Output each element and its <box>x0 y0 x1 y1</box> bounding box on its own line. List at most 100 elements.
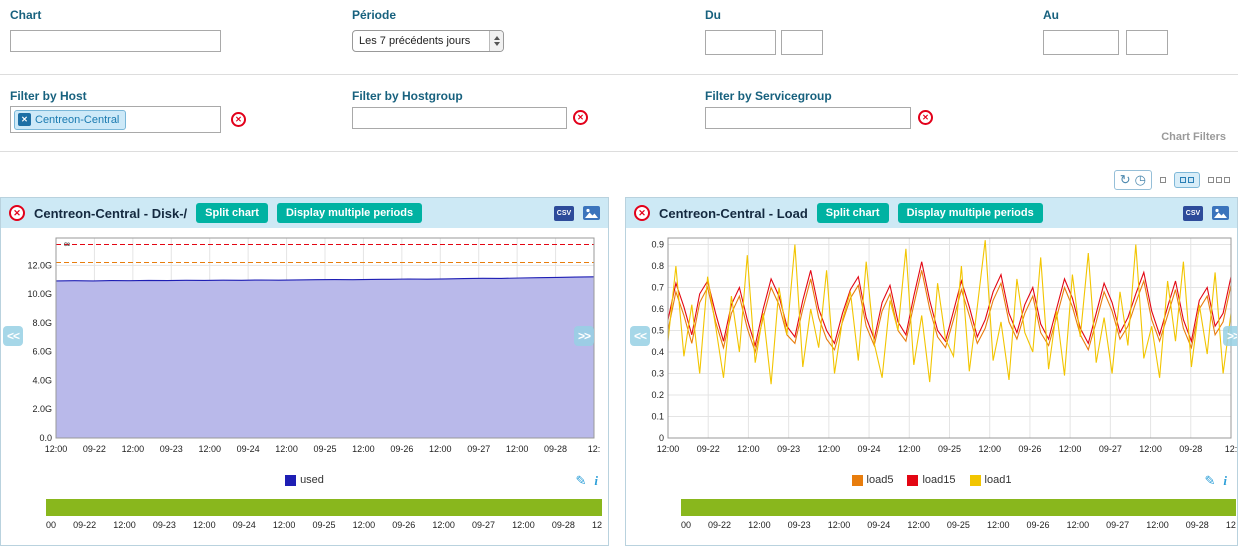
close-panel-icon[interactable] <box>9 205 25 221</box>
chart-info-icon[interactable] <box>1223 473 1227 489</box>
legend-item[interactable]: used <box>285 474 324 486</box>
period-clock-icon[interactable]: ◷ <box>1135 172 1146 188</box>
host-chip[interactable]: Centreon-Central <box>14 110 126 130</box>
hostgroup-filter-input[interactable] <box>352 107 567 129</box>
edit-chart-icon[interactable] <box>1204 473 1215 489</box>
svg-text:12:00: 12:00 <box>818 444 841 454</box>
au-label: Au <box>1043 8 1059 22</box>
svg-text:09-23: 09-23 <box>160 444 183 454</box>
legend-item[interactable]: load5 <box>852 474 894 486</box>
svg-text:0.0: 0.0 <box>39 433 52 443</box>
legend-item[interactable]: load1 <box>970 474 1012 486</box>
edit-chart-icon[interactable] <box>575 473 586 489</box>
legend-label: load15 <box>922 474 955 486</box>
svg-text:10.0G: 10.0G <box>27 289 52 299</box>
timeline-tick-label: 12:00 <box>828 520 851 530</box>
disk-usage-chart[interactable]: 12:0009-2212:0009-2312:0009-2412:0009-25… <box>1 230 602 464</box>
scroll-left-button[interactable]: << <box>3 326 23 346</box>
timeline-labels: 0009-2212:0009-2312:0009-2412:0009-2512:… <box>681 520 1236 530</box>
timeline-tick-label: 12 <box>1226 520 1236 530</box>
export-image-icon[interactable] <box>1212 206 1229 220</box>
legend-row: load5 load15 load1 <box>626 471 1237 493</box>
svg-text:12:00: 12:00 <box>122 444 145 454</box>
close-panel-icon[interactable] <box>634 205 650 221</box>
svg-text:12:00: 12:00 <box>657 444 680 454</box>
clear-servicegroup-filter-icon[interactable] <box>918 110 933 125</box>
periode-select-value: Les 7 précédents jours <box>353 35 489 47</box>
legend-label: load1 <box>985 474 1012 486</box>
svg-text:12:00: 12:00 <box>898 444 921 454</box>
svg-text:09-25: 09-25 <box>313 444 336 454</box>
panel-title: Centreon-Central - Disk-/ <box>34 206 187 221</box>
host-chip-label: Centreon-Central <box>35 114 119 126</box>
chart-info-icon[interactable] <box>594 473 598 489</box>
timeline-tick-label: 12:00 <box>1067 520 1090 530</box>
svg-text:09-22: 09-22 <box>697 444 720 454</box>
timeline-tick-label: 09-28 <box>552 520 575 530</box>
timeline-tick-label: 12:00 <box>1146 520 1169 530</box>
timeline-tick-label: 09-28 <box>1186 520 1209 530</box>
svg-text:12:00: 12:00 <box>198 444 221 454</box>
display-multiple-periods-button[interactable]: Display multiple periods <box>277 203 422 223</box>
load-chart[interactable]: 12:0009-2212:0009-2312:0009-2412:0009-25… <box>626 230 1237 464</box>
legend-label: used <box>300 474 324 486</box>
periode-select[interactable]: Les 7 précédents jours <box>352 30 504 52</box>
export-csv-icon[interactable]: CSV <box>554 206 574 221</box>
du-date-input[interactable] <box>705 30 776 55</box>
clear-hostgroup-filter-icon[interactable] <box>573 110 588 125</box>
svg-text:09-25: 09-25 <box>938 444 961 454</box>
export-csv-icon[interactable]: CSV <box>1183 206 1203 221</box>
timeline-tick-label: 12 <box>592 520 602 530</box>
panel-header: Centreon-Central - Load Split chart Disp… <box>626 198 1237 228</box>
svg-text:0.3: 0.3 <box>651 368 664 378</box>
refresh-icon[interactable]: ↻ <box>1120 172 1131 188</box>
timeline-tick-label: 12:00 <box>193 520 216 530</box>
timeline-tick-label: 09-26 <box>392 520 415 530</box>
select-stepper-icon <box>489 31 503 51</box>
scroll-right-button[interactable]: >> <box>1223 326 1238 346</box>
one-column-toggle[interactable] <box>1160 177 1166 183</box>
timeline-tick-label: 12:00 <box>907 520 930 530</box>
servicegroup-filter-input[interactable] <box>705 107 911 129</box>
svg-text:12:: 12: <box>588 444 601 454</box>
split-chart-button[interactable]: Split chart <box>196 203 268 223</box>
au-date-input[interactable] <box>1043 30 1119 55</box>
svg-text:09-22: 09-22 <box>83 444 106 454</box>
disk-chart-panel: Centreon-Central - Disk-/ Split chart Di… <box>0 197 609 546</box>
timeline-tick-label: 09-23 <box>788 520 811 530</box>
chart-area: 12:0009-2212:0009-2312:0009-2412:0009-25… <box>1 230 608 469</box>
svg-text:09-26: 09-26 <box>1018 444 1041 454</box>
scroll-left-button[interactable]: << <box>630 326 650 346</box>
du-time-input[interactable] <box>781 30 823 55</box>
legend-item[interactable]: load15 <box>907 474 955 486</box>
export-image-icon[interactable] <box>583 206 600 220</box>
chip-remove-icon[interactable] <box>18 113 31 126</box>
timeline-tick-label: 09-27 <box>1106 520 1129 530</box>
chart-filter-input[interactable] <box>10 30 221 52</box>
au-time-input[interactable] <box>1126 30 1168 55</box>
split-chart-button[interactable]: Split chart <box>817 203 889 223</box>
view-toolbar: ↻ ◷ <box>1114 170 1230 190</box>
refresh-controls[interactable]: ↻ ◷ <box>1114 170 1152 190</box>
timeline-tick-label: 09-23 <box>153 520 176 530</box>
svg-text:4.0G: 4.0G <box>32 375 52 385</box>
timeline-selector[interactable] <box>46 499 602 516</box>
du-label: Du <box>705 8 721 22</box>
display-multiple-periods-button[interactable]: Display multiple periods <box>898 203 1043 223</box>
svg-text:12:00: 12:00 <box>737 444 760 454</box>
svg-text:12:00: 12:00 <box>275 444 298 454</box>
svg-text:12:00: 12:00 <box>352 444 375 454</box>
clear-host-filter-icon[interactable] <box>231 112 246 127</box>
svg-text:09-26: 09-26 <box>390 444 413 454</box>
svg-text:12:: 12: <box>1225 444 1237 454</box>
svg-text:12:00: 12:00 <box>506 444 529 454</box>
scroll-right-button[interactable]: >> <box>574 326 594 346</box>
three-column-toggle[interactable] <box>1208 177 1230 183</box>
timeline-tick-label: 12:00 <box>113 520 136 530</box>
host-filter-input[interactable]: Centreon-Central <box>10 106 221 133</box>
svg-text:0.9: 0.9 <box>651 239 664 249</box>
svg-text:09-28: 09-28 <box>544 444 567 454</box>
two-column-toggle[interactable] <box>1174 172 1200 188</box>
timeline-selector[interactable] <box>681 499 1236 516</box>
timeline-tick-label: 09-24 <box>233 520 256 530</box>
